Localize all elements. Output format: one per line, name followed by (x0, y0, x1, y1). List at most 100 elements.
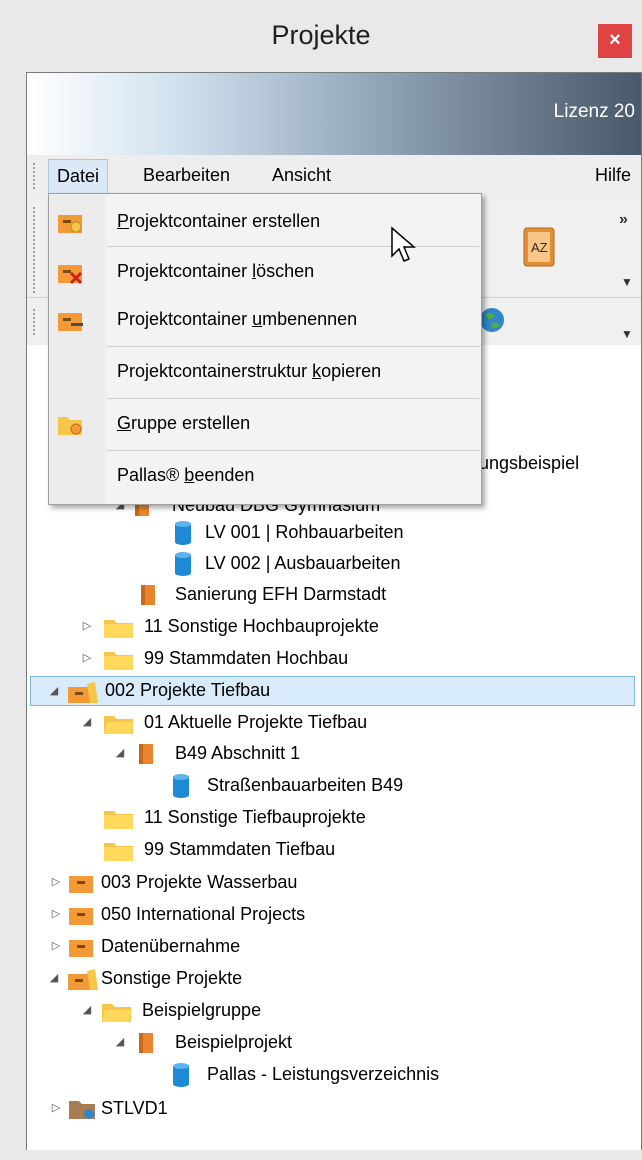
menu-file-label: Datei (57, 166, 100, 186)
svg-text:AZ: AZ (531, 240, 548, 255)
folder-add-icon (57, 211, 85, 235)
tree-label: 99 Stammdaten Tiefbau (144, 839, 336, 859)
book-icon (135, 583, 165, 607)
book-icon (133, 1031, 163, 1055)
tree-row[interactable]: ◢ 01 Aktuelle Projekte Tiefbau (27, 708, 641, 738)
title-bar[interactable]: Projekte × (0, 0, 642, 72)
folder-icon (103, 647, 133, 671)
collapse-icon[interactable]: ◢ (113, 1035, 127, 1049)
database-icon (167, 774, 197, 798)
tree-row[interactable]: ▷ 050 International Projects (27, 900, 641, 930)
tree-row[interactable]: ▷ 003 Projekte Wasserbau (27, 868, 641, 898)
database-icon (169, 521, 199, 545)
expand-icon[interactable]: ▷ (49, 939, 63, 953)
close-button[interactable]: × (598, 24, 632, 58)
menu-divider (107, 346, 479, 347)
menu-divider (107, 246, 479, 247)
tree-label: Beispielgruppe (142, 1000, 262, 1020)
container-icon (67, 935, 97, 959)
tree-row[interactable]: ◢ Beispielprojekt (27, 1028, 641, 1058)
tree-label: Straßenbauarbeiten B49 (207, 775, 404, 795)
catalog-icon (67, 1097, 97, 1121)
tree-label: LV 001 | Rohbauarbeiten (205, 522, 404, 542)
projects-window: Projekte × Lizenz 20 Datei Bearbeiten An… (0, 0, 642, 1160)
menu-bar: Datei Bearbeiten Ansicht Hilfe (27, 155, 641, 197)
container-icon (67, 903, 97, 927)
license-label: Lizenz 20 (553, 101, 635, 122)
tree-row[interactable]: ▷ Datenübernahme (27, 932, 641, 962)
folder-icon (103, 838, 133, 862)
tree-label: Sanierung EFH Darmstadt (175, 584, 387, 604)
tree-row[interactable]: Straßenbauarbeiten B49 (27, 771, 641, 801)
menu-item-label: Gruppe erstellen (117, 413, 251, 433)
tree-row[interactable]: ◢ Sonstige Projekte (27, 964, 641, 994)
expand-icon[interactable]: ▷ (80, 619, 94, 633)
tree-row[interactable]: 99 Stammdaten Tiefbau (27, 835, 641, 865)
menu-item-copy-structure[interactable]: Projektcontainerstruktur kopieren (49, 348, 481, 394)
sort-az-icon[interactable]: AZ (523, 227, 555, 267)
tree-label: STLVD1 (101, 1098, 168, 1118)
menu-help[interactable]: Hilfe (595, 165, 631, 186)
mouse-cursor-icon (390, 226, 418, 266)
menu-item-label: Projektcontainer erstellen (117, 211, 321, 231)
tree-label: 003 Projekte Wasserbau (101, 872, 298, 892)
tree-row[interactable]: LV 002 | Ausbauarbeiten (27, 549, 641, 579)
folder-icon (103, 806, 133, 830)
database-icon (169, 552, 199, 576)
menu-item-label: Projektcontainerstruktur kopieren (117, 361, 382, 381)
container-open-icon (67, 680, 98, 704)
toolbar-grip[interactable] (33, 207, 38, 293)
menu-item-exit[interactable]: Pallas® beenden (49, 452, 481, 498)
menu-file[interactable]: Datei (48, 159, 109, 194)
toolbar2-grip[interactable] (33, 309, 38, 335)
expand-icon[interactable]: ▷ (49, 875, 63, 889)
window-title: Projekte (271, 20, 371, 50)
menu-item-label: Projektcontainer umbenennen (117, 309, 358, 329)
tree-label: Sonstige Projekte (101, 968, 243, 988)
expand-icon[interactable]: ▷ (49, 907, 63, 921)
folder-open-icon (101, 999, 132, 1023)
menu-grip[interactable] (33, 163, 38, 189)
tree-row[interactable]: ▷ STLVD1 (27, 1094, 641, 1124)
folder-delete-icon (57, 261, 85, 285)
menu-help-label: Hilfe (595, 165, 632, 185)
menu-view[interactable]: Ansicht (272, 165, 331, 186)
expand-icon[interactable]: ▷ (80, 651, 94, 665)
tree-label: 11 Sonstige Tiefbauprojekte (144, 807, 366, 827)
menu-edit[interactable]: Bearbeiten (143, 165, 230, 186)
tree-row[interactable]: LV 001 | Rohbauarbeiten (27, 518, 641, 548)
folder-icon (103, 615, 133, 639)
tree-label: 99 Stammdaten Hochbau (144, 648, 349, 668)
menu-item-rename-container[interactable]: Projektcontainer umbenennen (49, 296, 481, 342)
toolbar-dropdown-icon[interactable]: ▼ (621, 275, 633, 289)
tree-row[interactable]: Pallas - Leistungsverzeichnis (27, 1060, 641, 1090)
menu-divider (107, 398, 479, 399)
tree-row[interactable]: ▷ 99 Stammdaten Hochbau (27, 644, 641, 674)
tree-row[interactable]: 11 Sonstige Tiefbauprojekte (27, 803, 641, 833)
tree-label: Datenübernahme (101, 936, 241, 956)
tree-row[interactable]: Sanierung EFH Darmstadt (27, 580, 641, 610)
collapse-icon[interactable]: ◢ (47, 684, 61, 698)
tree-row[interactable]: ◢ Beispielgruppe (27, 996, 641, 1026)
collapse-icon[interactable]: ◢ (47, 971, 61, 985)
database-icon (167, 1063, 197, 1087)
tree-row-selected[interactable]: ◢ 002 Projekte Tiefbau (30, 676, 635, 706)
tree-label: 11 Sonstige Hochbauprojekte (144, 616, 379, 636)
menu-item-label: Pallas® beenden (117, 465, 255, 485)
toolbar2-dropdown-icon[interactable]: ▼ (621, 327, 633, 341)
menu-item-create-group[interactable]: Gruppe erstellen (49, 400, 481, 446)
tree-label: 01 Aktuelle Projekte Tiefbau (144, 712, 368, 732)
collapse-icon[interactable]: ◢ (80, 1003, 94, 1017)
tree-row[interactable]: ▷ 11 Sonstige Hochbauprojekte (27, 612, 641, 642)
collapse-icon[interactable]: ◢ (113, 746, 127, 760)
tree-label: Pallas - Leistungsverzeichnis (207, 1064, 440, 1084)
menu-divider (107, 450, 479, 451)
group-add-icon (57, 413, 85, 437)
tree-label: ungsbeispiel (479, 453, 580, 473)
collapse-icon[interactable]: ◢ (80, 715, 94, 729)
tree-row[interactable]: ◢ B49 Abschnitt 1 (27, 739, 641, 769)
toolbar-overflow-icon[interactable]: » (619, 211, 628, 229)
expand-icon[interactable]: ▷ (49, 1101, 63, 1115)
banner: Lizenz 20 (27, 73, 641, 155)
tree-label: 050 International Projects (101, 904, 306, 924)
